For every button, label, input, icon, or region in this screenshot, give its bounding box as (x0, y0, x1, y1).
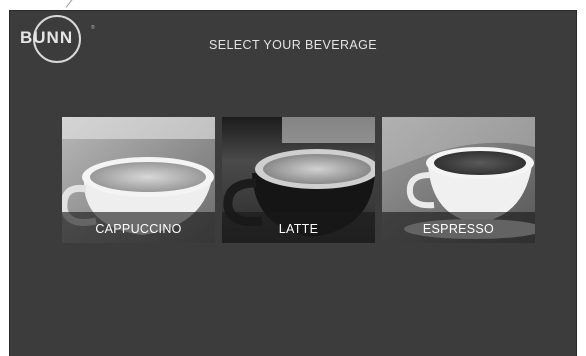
beverage-tile-espresso[interactable]: ESPRESSO (382, 117, 535, 243)
beverage-label-cappuccino: CAPPUCCINO (95, 222, 182, 236)
beverage-label-latte: LATTE (278, 222, 319, 236)
beverage-tile-latte[interactable]: LATTE (222, 117, 375, 243)
beverage-tile-cappuccino[interactable]: CAPPUCCINO (62, 117, 215, 243)
trademark-mark: ® (91, 25, 95, 31)
callout-line (65, 0, 79, 8)
page-title: SELECT YOUR BEVERAGE (208, 38, 377, 52)
beverage-label-espresso: ESPRESSO (422, 222, 495, 236)
